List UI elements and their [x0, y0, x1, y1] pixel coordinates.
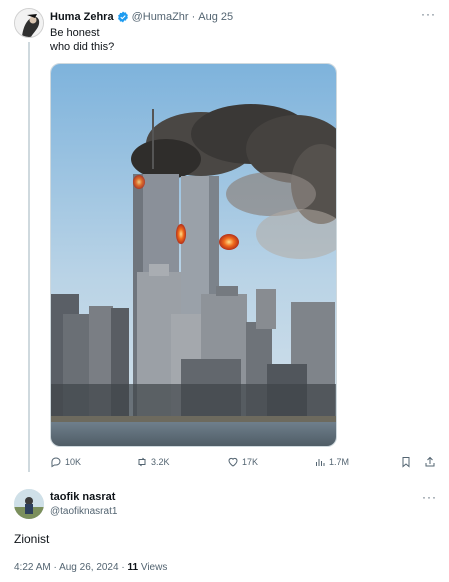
views-action[interactable]: 1.7M: [314, 456, 349, 468]
avatar-image: [15, 9, 43, 37]
author-name[interactable]: Huma Zehra: [50, 11, 114, 23]
reply-avatar-image: [14, 489, 44, 519]
share-icon: [425, 456, 435, 467]
analytics-icon: [316, 459, 325, 466]
reply-date[interactable]: Aug 26, 2024: [59, 562, 119, 573]
post-text: Be honest who did this?: [50, 26, 114, 54]
repost-action[interactable]: 3.2K: [136, 456, 170, 468]
post-text-line-1: Be honest: [50, 27, 100, 39]
verified-badge-icon: [117, 11, 128, 23]
bookmark-action[interactable]: [400, 456, 415, 468]
heart-icon: [228, 457, 238, 467]
thread-connector-line: [28, 42, 30, 472]
like-count: 17K: [242, 457, 259, 467]
meta-separator-2: ·: [121, 562, 125, 573]
share-action[interactable]: [424, 456, 439, 468]
reply-action[interactable]: 10K: [50, 456, 81, 468]
repost-count: 3.2K: [151, 457, 170, 467]
like-action[interactable]: 17K: [227, 456, 258, 468]
author-avatar[interactable]: [14, 8, 44, 38]
post-date[interactable]: Aug 25: [198, 11, 233, 23]
reply-meta: 4:22 AM · Aug 26, 2024 · 11 Views: [14, 562, 167, 573]
reply-time[interactable]: 4:22 AM: [14, 562, 51, 573]
bookmark-icon: [402, 457, 410, 468]
reply-count: 10K: [65, 457, 82, 467]
reply-more-options-button[interactable]: ···: [422, 490, 437, 504]
post-text-line-2: who did this?: [50, 41, 115, 53]
post-actions-bar: 10K 3.2K 17K 1.7M: [50, 456, 442, 472]
header-separator: ·: [191, 11, 196, 23]
post-image[interactable]: [50, 63, 337, 447]
reply-author-name[interactable]: taofik nasrat: [50, 491, 115, 503]
reply-text: Zionist: [14, 532, 50, 546]
reply-author-handle[interactable]: @taofiknasrat1: [50, 506, 117, 517]
meta-separator-1: ·: [53, 562, 57, 573]
reply-author-avatar[interactable]: [14, 489, 44, 519]
wtc-photo: [51, 64, 336, 446]
post-header: Huma Zehra @HumaZhr · Aug 25 ···: [50, 7, 440, 25]
reply-icon: [51, 457, 61, 468]
author-handle[interactable]: @HumaZhr: [132, 11, 189, 23]
author-avatar-container[interactable]: [14, 8, 44, 38]
reply-views-label: Views: [140, 562, 168, 573]
repost-icon: [138, 457, 146, 467]
reply-views-count: 11: [127, 562, 139, 573]
views-count: 1.7M: [329, 457, 350, 467]
more-options-button[interactable]: ···: [421, 7, 436, 21]
